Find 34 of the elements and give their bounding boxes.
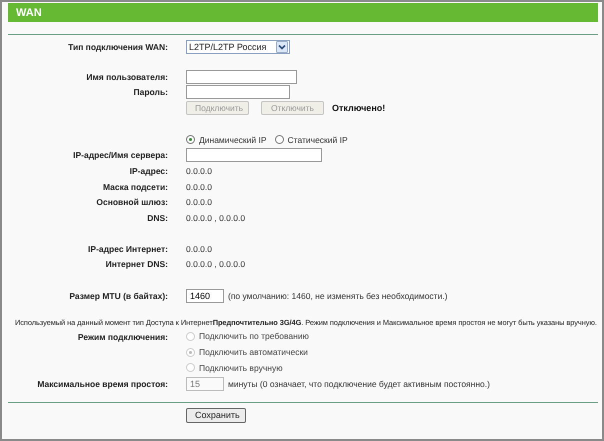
field-label: Основной шлюз: [95,197,168,208]
server-field[interactable] [186,148,322,162]
field-label: Маска подсети: [102,182,168,192]
connection-type-dropdown[interactable]: L2TP/L2TP Россия [186,40,290,54]
page-title: WAN [16,6,42,18]
field-value: 0.0.0.0 [186,166,212,176]
field-value: 0.0.0.0 [186,244,212,254]
field-value: 0.0.0.0 , 0.0.0.0 [186,213,246,224]
field-value: 0.0.0.0 , 0.0.0.0 [186,259,246,270]
dropdown-caret-icon [276,40,288,53]
field-value: 0.0.0.0 [186,182,212,192]
username-field[interactable] [186,70,297,84]
field-label: IP-адрес Интернет: [87,244,168,254]
mtu-field[interactable]: 1460 [186,289,224,304]
radio-option[interactable]: Статический IP [274,134,348,145]
hint-text: минуты (0 означает, что подключение будет активным постоянно.) [228,378,490,389]
field-label: Интернет DNS: [104,259,168,270]
field-label: Тип подключения WAN: [67,42,168,52]
field-label: Имя пользователя: [85,72,168,82]
field-label: IP-адрес: [128,166,168,176]
field-label: Пароль: [132,87,168,98]
field-label: Максимальное время простоя: [36,378,168,389]
radio-icon[interactable] [186,135,195,144]
save-button[interactable]: Сохранить [186,408,246,423]
hint-text: (по умолчанию: 1460, не изменять без необходимости.) [228,291,448,302]
field-label: Режим подключения: [76,332,168,342]
field-label: IP-адрес/Имя сервера: [72,150,168,160]
field-value: 0.0.0.0 [186,197,212,208]
password-field[interactable] [186,85,290,100]
field-label: DNS: [146,213,168,224]
connection-status: Отключено! [332,102,386,113]
field-label: Размер MTU (в байтах): [68,291,168,302]
radio-icon[interactable] [274,135,284,144]
radio-option[interactable]: Динамический IP [186,134,267,145]
